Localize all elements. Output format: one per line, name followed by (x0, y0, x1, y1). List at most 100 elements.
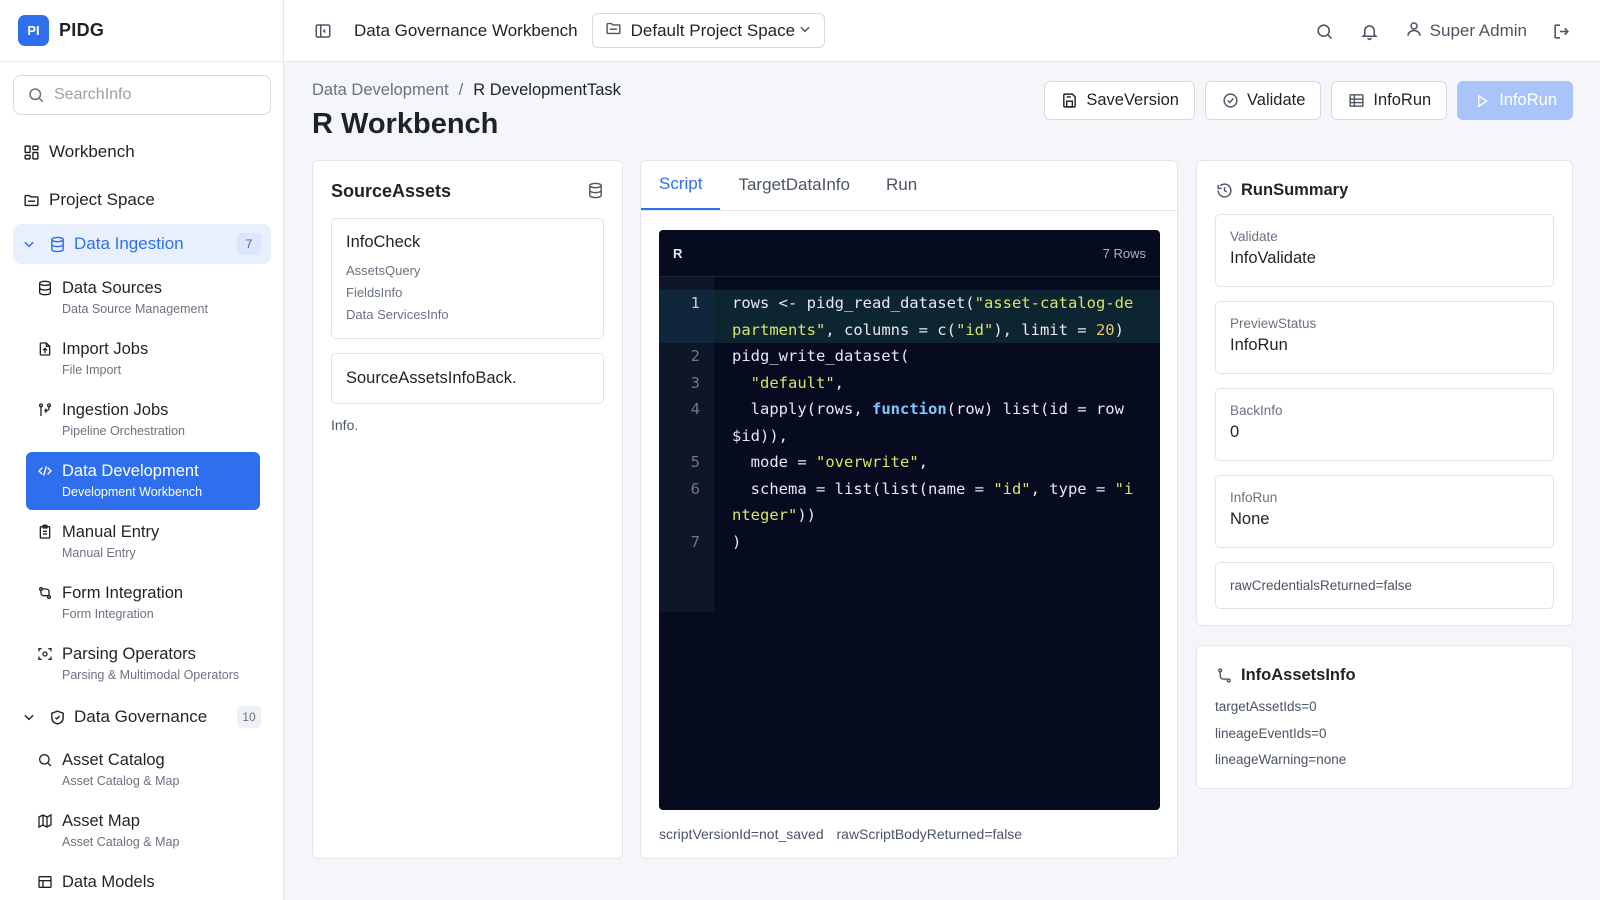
code-text: mode = "overwrite", (714, 449, 1160, 476)
panel-title: InfoAssetsInfo (1241, 666, 1356, 684)
nav-item-sublabel: Form Integration (62, 607, 154, 621)
sidebar-toggle-icon[interactable] (313, 21, 333, 41)
folder-icon (22, 191, 40, 209)
nav-item-asset-map[interactable]: Asset Map Asset Catalog & Map (26, 802, 260, 860)
search-icon[interactable] (1314, 20, 1336, 42)
nav-item-label: Asset Catalog (62, 751, 165, 769)
asset-item[interactable]: InfoCheck AssetsQuery FieldsInfo Data Se… (331, 218, 604, 339)
nav-item-data-development[interactable]: Data Development Development Workbench (26, 452, 260, 510)
stat-back-info: BackInfo 0 (1215, 388, 1554, 461)
editor-footer: scriptVersionId=not_saved rawScriptBodyR… (659, 826, 1022, 842)
nav-item-label: Ingestion Jobs (62, 401, 169, 419)
run-button[interactable]: InfoRun (1457, 81, 1573, 120)
breadcrumb-separator: / (458, 81, 464, 99)
code-text: pidg_write_dataset( (714, 343, 1160, 370)
line-number: 7 (690, 532, 700, 551)
database-icon (36, 279, 54, 297)
nav-item-label: Import Jobs (62, 340, 149, 358)
stat-validate: Validate InfoValidate (1215, 214, 1554, 287)
count-badge: 10 (237, 706, 261, 728)
assets-info-panel: InfoAssetsInfo targetAssetIds=0 lineageE… (1196, 645, 1573, 789)
nav-item-data-sources[interactable]: Data Sources Data Source Management (26, 269, 260, 327)
project-select-value: Default Project Space (630, 20, 796, 40)
raw-credentials-flag: rawCredentialsReturned=false (1215, 562, 1554, 609)
nav-group-data-governance[interactable]: Data Governance 10 (13, 697, 271, 737)
nav-item-form-integration[interactable]: Form Integration Form Integration (26, 574, 260, 632)
map-icon (36, 812, 54, 830)
stat-value: InfoValidate (1230, 249, 1316, 267)
code-line[interactable]: 1 rows <- pidg_read_dataset("asset-catalo… (659, 290, 1160, 343)
search-icon (36, 751, 54, 769)
search-input[interactable] (54, 86, 254, 104)
tab-script[interactable]: Script (641, 160, 721, 210)
brand-logo[interactable]: PI (18, 15, 49, 46)
nav-item-ingestion-jobs[interactable]: Ingestion Jobs Pipeline Orchestration (26, 391, 260, 449)
nav-item-sublabel: Parsing & Multimodal Operators (62, 668, 240, 682)
nav-item-label: Data Models (62, 873, 155, 891)
brand-name: PIDG (59, 20, 105, 40)
stat-key: InfoRun (1230, 490, 1278, 505)
validate-button[interactable]: Validate (1205, 81, 1322, 120)
nav-item-sublabel: Development Workbench (62, 485, 203, 499)
tab-target-data-info[interactable]: TargetDataInfo (720, 160, 868, 210)
code-line[interactable]: 2 pidg_write_dataset( (659, 343, 1160, 370)
tab-run[interactable]: Run (868, 160, 935, 210)
user-menu[interactable]: Super Admin (1405, 20, 1527, 43)
code-token: ), limit = (993, 320, 1096, 339)
code-line[interactable]: 3 "default", (659, 370, 1160, 397)
brand: PI PIDG (0, 0, 283, 62)
code-body[interactable]: 1 rows <- pidg_read_dataset("asset-catalo… (659, 277, 1160, 612)
chevron-down-icon (798, 21, 812, 41)
sidebar: PI PIDG Workbench Project Space (0, 0, 284, 900)
asset-detail: FieldsInfo (346, 285, 403, 300)
asset-name: InfoCheck (346, 233, 421, 251)
stat-value: InfoRun (1230, 336, 1288, 354)
database-icon (48, 235, 66, 253)
nav-item-project-space[interactable]: Project Space (0, 176, 283, 224)
nav-item-workbench[interactable]: Workbench (0, 128, 283, 176)
stat-preview-status: PreviewStatus InfoRun (1215, 301, 1554, 374)
nav-item-parsing-operators[interactable]: Parsing Operators Parsing & Multimodal Op… (26, 635, 260, 693)
source-note: Info. (331, 417, 359, 433)
nav-item-manual-entry[interactable]: Manual Entry Manual Entry (26, 513, 260, 571)
nav-item-data-models[interactable]: Data Models (26, 863, 260, 900)
line-number: 5 (690, 453, 700, 471)
app-title: Data Governance Workbench (354, 20, 578, 40)
check-circle-icon (1221, 92, 1239, 110)
code-line[interactable]: 6 schema = list(list(name = "id", type =… (659, 476, 1160, 529)
breadcrumb-link[interactable]: Data Development (312, 81, 449, 100)
lineage-line: targetAssetIds=0 (1215, 699, 1317, 714)
workflow-icon (36, 584, 54, 602)
line-number: 4 (690, 400, 700, 418)
logout-icon[interactable] (1550, 20, 1572, 42)
nav-group-data-ingestion[interactable]: Data Ingestion 7 (13, 224, 271, 264)
raw-script-flag: rawScriptBodyReturned=false (836, 826, 1023, 842)
project-select[interactable]: Default Project Space (591, 13, 825, 48)
info-run-button[interactable]: InfoRun (1331, 81, 1448, 120)
code-editor[interactable]: R 7 Rows 1 rows <- pidg_read_dataset("ass… (659, 230, 1160, 810)
line-number: 3 (690, 373, 700, 392)
nav-item-sublabel: Asset Catalog & Map (62, 835, 180, 849)
nav-item-asset-catalog[interactable]: Asset Catalog Asset Catalog & Map (26, 741, 260, 799)
save-version-button[interactable]: SaveVersion (1044, 81, 1195, 120)
clipboard-icon (36, 523, 54, 541)
asset-detail: AssetsQuery (346, 263, 421, 278)
source-assets-back[interactable]: SourceAssetsInfoBack. (331, 353, 604, 404)
code-line[interactable]: 7) (659, 529, 1160, 556)
search-box (13, 75, 271, 115)
code-text: ) (714, 529, 1160, 556)
chevron-down-icon (22, 237, 36, 251)
code-token: "id" (993, 479, 1031, 498)
code-line[interactable]: 5 mode = "overwrite", (659, 449, 1160, 476)
chevron-down-icon (22, 710, 36, 724)
nav-item-import-jobs[interactable]: Import Jobs File Import (26, 330, 260, 388)
stat-info-run: InfoRun None (1215, 475, 1554, 548)
breadcrumb-current: R DevelopmentTask (473, 81, 621, 99)
bell-icon[interactable] (1359, 20, 1381, 42)
editor-panel: Script TargetDataInfo Run R 7 Rows 1 rows… (640, 160, 1178, 859)
save-icon (1060, 92, 1078, 110)
search-icon (26, 85, 46, 105)
code-line[interactable]: 4 lapply(rows, function(row) list(id = r… (659, 396, 1160, 449)
save-version-label: SaveVersion (1086, 91, 1179, 109)
